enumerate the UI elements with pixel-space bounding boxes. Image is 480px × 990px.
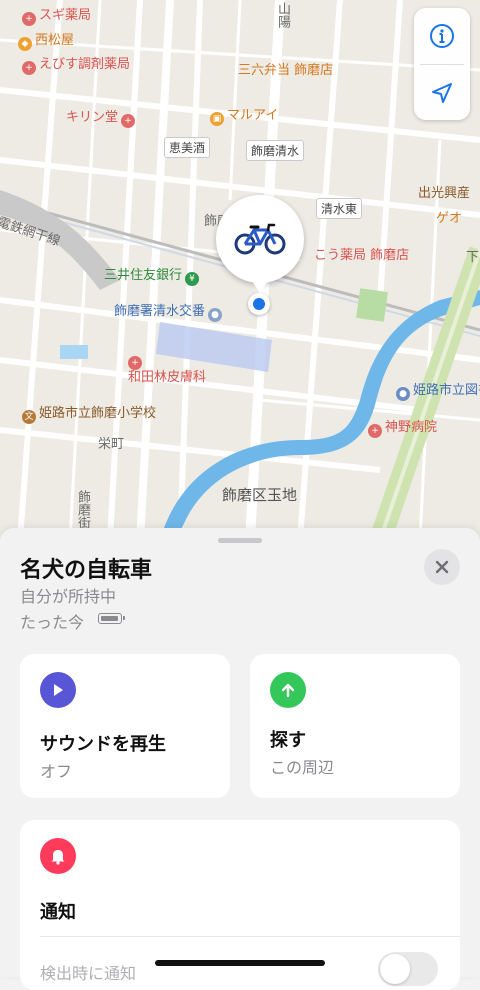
arrow-up-icon xyxy=(270,672,306,708)
poi-smbc[interactable]: 三井住友銀行 ¥ xyxy=(104,268,202,286)
poi-nishimatsuya[interactable]: ◆ 西松屋 xyxy=(18,33,74,51)
intersection-shikama-shimizu: 飾磨清水 xyxy=(246,140,305,161)
intersection-keibishu: 恵美酒 xyxy=(164,137,211,158)
device-sheet: 名犬の自転車 自分が所持中 たった今 サウンドを再生 オフ 探す この周辺 通知… xyxy=(0,528,480,990)
poi-library[interactable]: ●姫路市立図書 xyxy=(396,383,480,401)
location-arrow-icon xyxy=(432,83,452,103)
info-button[interactable] xyxy=(414,8,470,64)
poi-koban[interactable]: 飾磨署清水交番 ● xyxy=(114,304,225,322)
play-icon xyxy=(40,672,76,708)
poi-ebisu[interactable]: + えびす調剤薬局 xyxy=(22,57,130,75)
map-view[interactable]: + スギ薬局 ◆ 西松屋 + えびす調剤薬局 キリン堂 + 恵美酒 飾磨清水 三六弁当 … xyxy=(0,0,480,540)
device-title: 名犬の自転車 xyxy=(20,558,153,583)
device-owner: 自分が所持中 xyxy=(20,587,117,606)
poi-kirindo[interactable]: キリン堂 + xyxy=(66,110,138,128)
device-time: たった今 xyxy=(20,613,85,632)
map-controls xyxy=(414,8,470,120)
location-button[interactable] xyxy=(414,65,470,121)
location-dot xyxy=(248,293,270,315)
poi-jinno[interactable]: + 神野病院 xyxy=(368,420,437,438)
road-label-top: 山陽 xyxy=(275,2,290,28)
poi-idemitsu[interactable]: 出光興産 xyxy=(418,186,470,202)
poi-yakkyoku-shikama[interactable]: こう薬局 飾磨店 xyxy=(314,248,409,264)
notify-divider xyxy=(40,936,460,937)
notify-when-found-toggle[interactable] xyxy=(378,952,438,986)
close-icon xyxy=(435,560,449,574)
poi-marui[interactable]: ▣ マルアイ xyxy=(210,108,278,126)
sheet-grabber[interactable] xyxy=(218,538,262,543)
road-label-left: 飾磨街 xyxy=(75,490,90,529)
play-sound-value: オフ xyxy=(40,762,73,781)
poi-wada[interactable]: + 和田林皮膚科 xyxy=(128,352,206,386)
device-pin[interactable] xyxy=(216,195,304,293)
play-sound-label: サウンドを再生 xyxy=(40,734,166,755)
poi-geo[interactable]: ゲオ xyxy=(436,211,462,227)
find-value: この周辺 xyxy=(270,758,335,777)
find-card[interactable]: 探す この周辺 xyxy=(250,654,460,798)
area-tamachi: 飾磨区玉地 xyxy=(222,486,298,504)
info-icon xyxy=(430,24,454,48)
poi-sanroku[interactable]: 三六弁当 飾磨店 xyxy=(238,63,333,79)
battery-icon xyxy=(98,613,125,624)
home-indicator xyxy=(155,960,325,966)
poi-school[interactable]: 文姫路市立飾磨小学校 xyxy=(22,406,156,424)
find-label: 探す xyxy=(270,730,306,751)
bell-icon xyxy=(40,838,76,874)
notify-label: 通知 xyxy=(40,902,76,923)
intersection-shimizu-higashi: 清水東 xyxy=(316,198,363,219)
poi-shimo: 下 xyxy=(466,250,480,265)
close-button[interactable] xyxy=(424,549,460,585)
play-sound-card[interactable]: サウンドを再生 オフ xyxy=(20,654,230,798)
area-sakaemachi: 栄町 xyxy=(98,437,125,452)
bicycle-icon xyxy=(234,223,286,255)
notify-when-found-label: 検出時に通知 xyxy=(40,964,137,983)
poi-sugi[interactable]: + スギ薬局 xyxy=(22,8,91,26)
